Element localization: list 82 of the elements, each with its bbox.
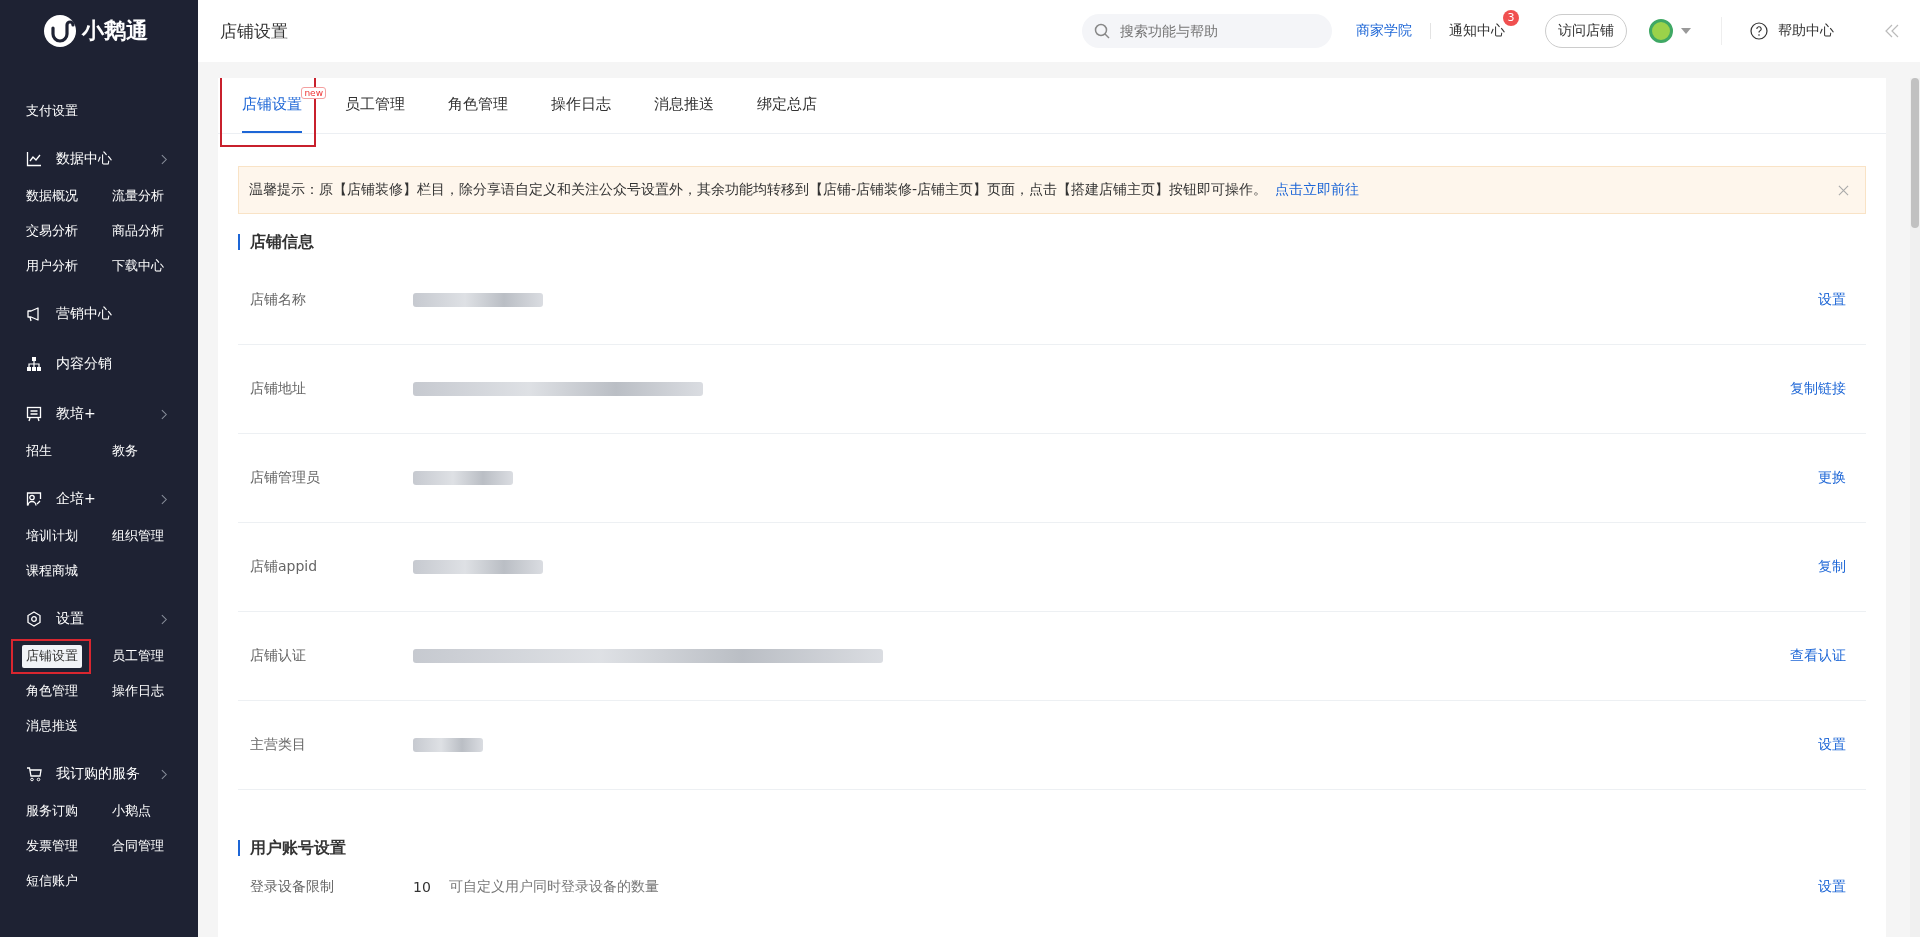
field-label: 主营类目 — [250, 736, 307, 754]
sidebar-item[interactable]: 招生 — [22, 440, 56, 463]
sidebar-item[interactable]: 合同管理 — [108, 835, 168, 858]
field-label: 店铺appid — [250, 558, 319, 576]
tab[interactable]: 角色管理 — [448, 78, 508, 133]
notice-link[interactable]: 点击立即前往 — [1275, 181, 1360, 199]
sidebar-section[interactable]: 企培+ — [0, 479, 198, 519]
section-title: 用户账号设置 — [238, 840, 1866, 856]
tab[interactable]: 操作日志 — [551, 78, 611, 133]
sidebar-item[interactable]: 短信账户 — [22, 870, 82, 893]
blurred-value — [413, 738, 483, 752]
field-hint: 可自定义用户同时登录设备的数量 — [449, 878, 659, 896]
chevron-right-icon — [161, 493, 168, 505]
sidebar-section[interactable]: 设置 — [0, 599, 198, 639]
notification-badge: 3 — [1503, 10, 1519, 26]
sidebar-item[interactable]: 消息推送 — [22, 715, 82, 738]
sidebar-item[interactable]: 操作日志 — [108, 680, 168, 703]
sidebar-item[interactable]: 角色管理 — [22, 680, 82, 703]
sidebar-section[interactable]: 数据中心 — [0, 139, 198, 179]
sidebar-item[interactable]: 课程商城 — [22, 560, 82, 583]
field-label: 店铺管理员 — [250, 469, 321, 487]
new-badge: new — [301, 87, 326, 99]
sidebar-section[interactable]: 营销中心 — [0, 294, 198, 334]
action-link[interactable]: 设置 — [1818, 736, 1846, 754]
action-link[interactable]: 设置 — [1818, 291, 1846, 309]
sidebar-item[interactable]: 教务 — [108, 440, 142, 463]
help-icon — [1750, 22, 1768, 40]
double-chevron-left-icon[interactable] — [1884, 24, 1900, 38]
sidebar-item[interactable]: 数据概况 — [22, 185, 82, 208]
notice-text: 温馨提示：原【店铺装修】栏目，除分享语自定义和关注公众号设置外，其余功能均转移到【店铺-店铺装修-店铺主页】页面，点击【搭建店铺主页】按钮即可操作。 — [249, 181, 1268, 199]
sidebar-item[interactable]: 商品分析 — [108, 220, 168, 243]
action-link[interactable]: 查看认证 — [1790, 647, 1846, 665]
sidebar-section[interactable]: 内容分销 — [0, 344, 198, 384]
sidebar-section[interactable]: 我订购的服务 — [0, 754, 198, 794]
chevron-right-icon — [161, 153, 168, 165]
action-link[interactable]: 更换 — [1818, 469, 1846, 487]
sidebar-item[interactable]: 发票管理 — [22, 835, 82, 858]
visit-store-button[interactable]: 访问店铺 — [1545, 14, 1627, 48]
presentation-board-icon — [26, 406, 42, 422]
megaphone-icon — [26, 306, 42, 322]
action-link[interactable]: 复制链接 — [1790, 380, 1846, 398]
tab[interactable]: 员工管理 — [345, 78, 405, 133]
logo-text: 小鹅通 — [82, 17, 148, 45]
chevron-right-icon — [161, 408, 168, 420]
academy-link[interactable]: 商家学院 — [1356, 22, 1412, 40]
close-icon[interactable] — [1838, 184, 1849, 196]
field-label: 店铺认证 — [250, 647, 307, 665]
sidebar-item[interactable]: 员工管理 — [108, 645, 168, 668]
help-center-link[interactable]: 帮助中心 — [1778, 22, 1834, 40]
chevron-right-icon — [161, 768, 168, 780]
sidebar-item[interactable]: 小鹅点 — [108, 800, 155, 823]
field-label: 店铺地址 — [250, 380, 307, 398]
sidebar-section[interactable]: 教培+ — [0, 394, 198, 434]
sidebar-item[interactable]: 下载中心 — [108, 255, 168, 278]
page-title: 店铺设置 — [220, 19, 288, 43]
search-field[interactable]: 搜索功能与帮助 — [1082, 14, 1332, 48]
field-value: 10 — [413, 879, 432, 895]
settings-icon — [26, 611, 42, 627]
action-link[interactable]: 设置 — [1818, 878, 1846, 896]
tab[interactable]: 绑定总店 — [757, 78, 817, 133]
hierarchy-icon — [26, 356, 42, 372]
sidebar-item[interactable]: 服务订购 — [22, 800, 82, 823]
sidebar-item[interactable]: 用户分析 — [22, 255, 82, 278]
sidebar-item[interactable]: 店铺设置 — [22, 645, 82, 668]
field-label: 登录设备限制 — [250, 878, 335, 896]
scrollbar[interactable] — [1910, 78, 1920, 937]
caret-icon[interactable] — [1681, 28, 1691, 34]
sidebar-item[interactable]: 流量分析 — [108, 185, 168, 208]
field-label: 店铺名称 — [250, 291, 307, 309]
notification-link[interactable]: 通知中心 — [1449, 22, 1505, 38]
line-chart-icon — [26, 151, 42, 167]
action-link[interactable]: 复制 — [1818, 558, 1846, 576]
chevron-right-icon — [161, 613, 168, 625]
sidebar-item[interactable]: 支付设置 — [22, 100, 82, 123]
cart-icon — [26, 766, 42, 782]
person-card-icon — [26, 491, 42, 507]
sidebar-item[interactable]: 交易分析 — [22, 220, 82, 243]
tab[interactable]: 消息推送 — [654, 78, 714, 133]
avatar[interactable] — [1649, 19, 1673, 43]
sidebar-item[interactable]: 组织管理 — [108, 525, 168, 548]
sidebar-item[interactable]: 培训计划 — [22, 525, 82, 548]
section-title: 店铺信息 — [238, 234, 1866, 250]
